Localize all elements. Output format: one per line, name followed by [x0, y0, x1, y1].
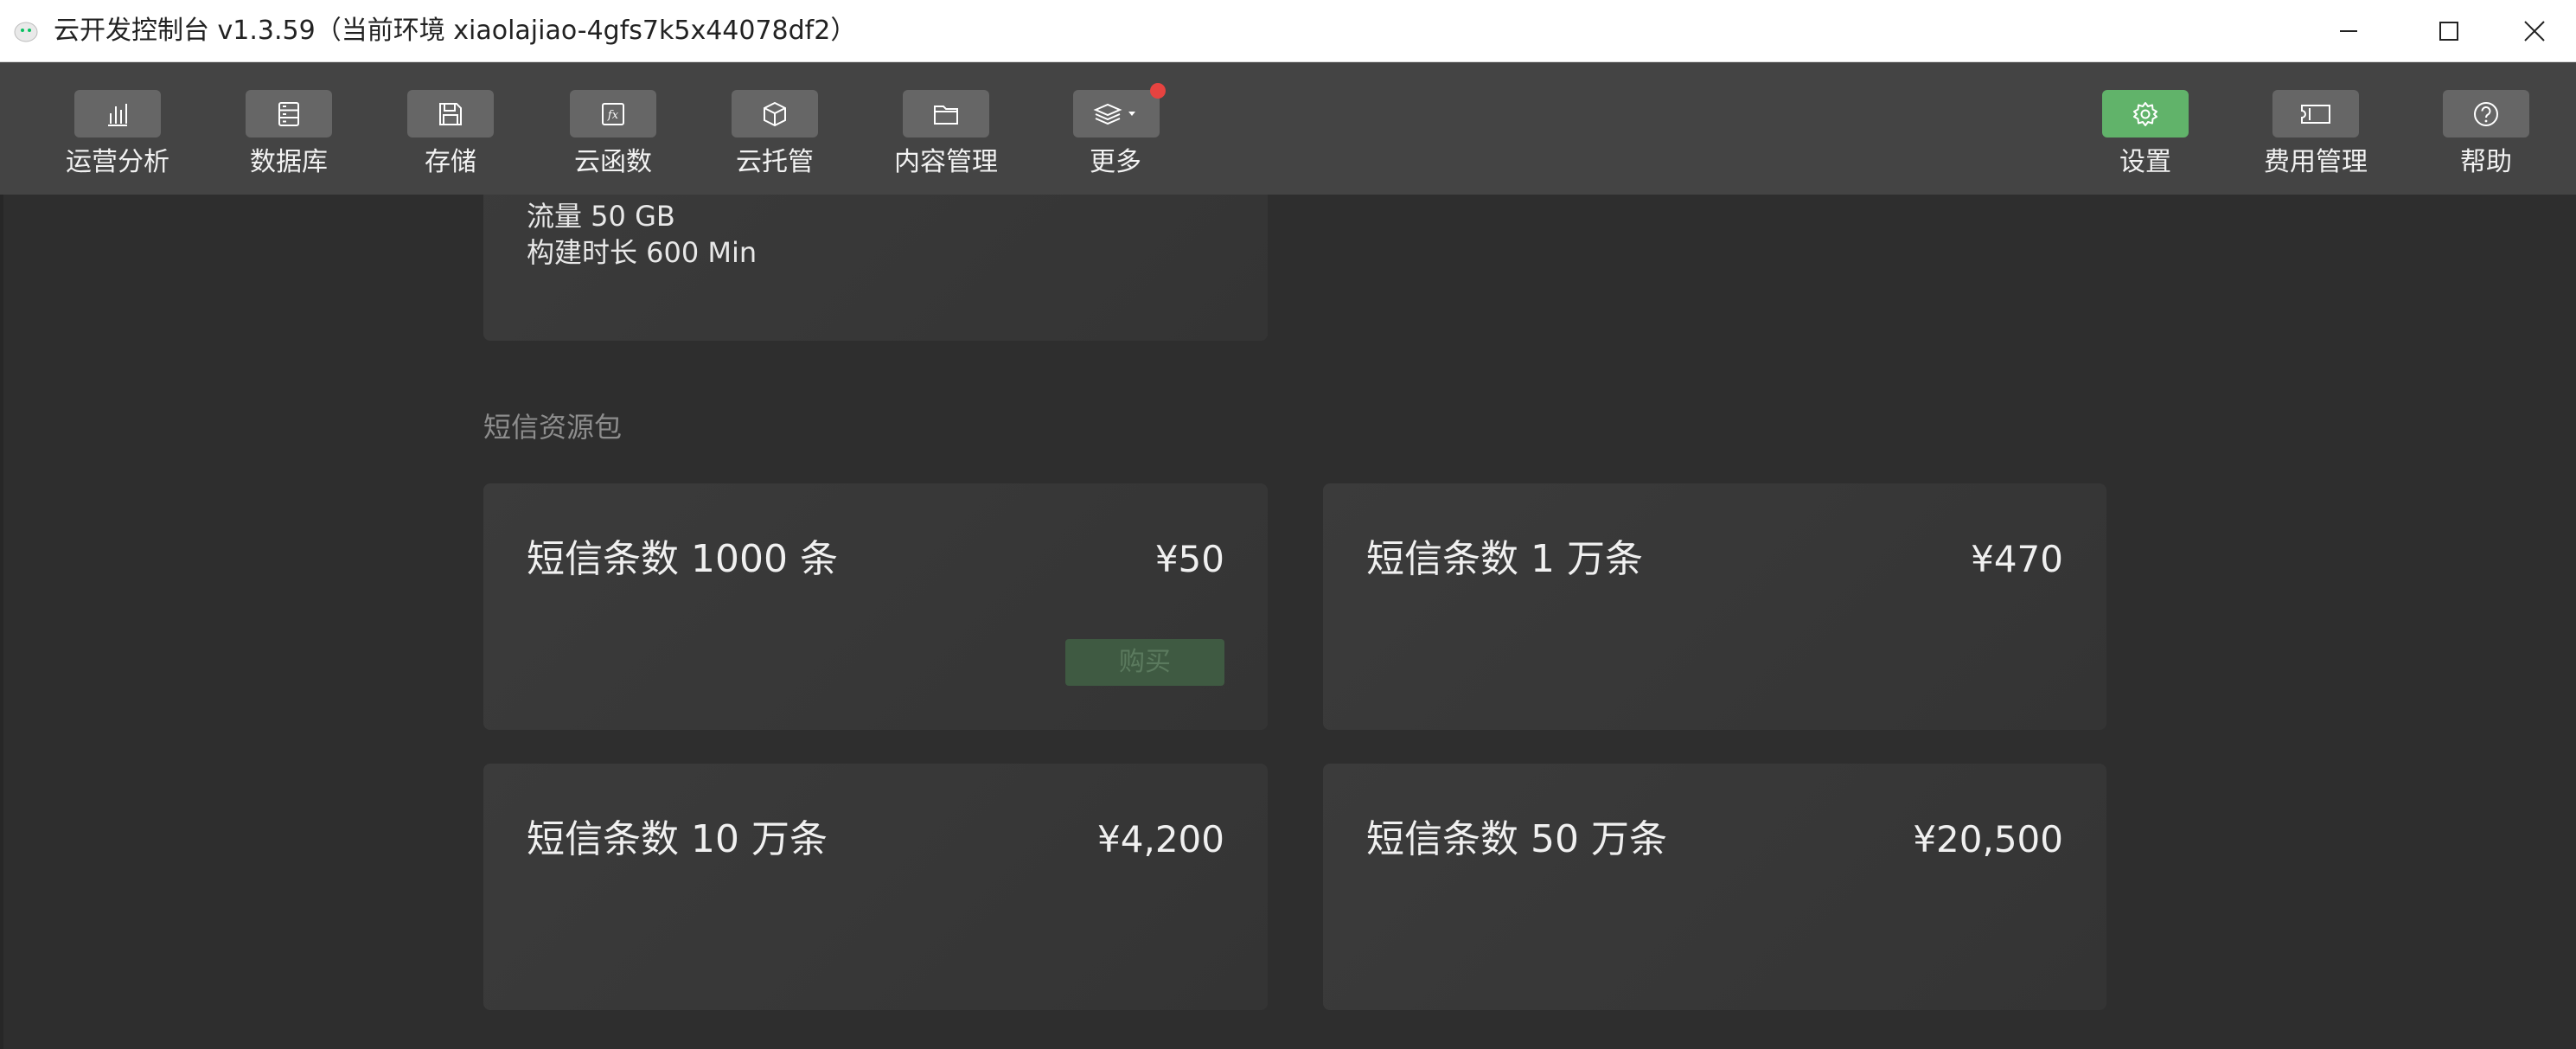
minimize-icon — [2340, 30, 2357, 32]
package-name: 短信条数 10 万条 — [527, 817, 828, 861]
toolbar-label-functions: 云函数 — [574, 147, 652, 177]
toolbar-item-billing[interactable]: 费用管理 — [2229, 62, 2402, 195]
folder-icon — [934, 105, 958, 125]
traffic-line: 流量 50 GB — [527, 200, 675, 233]
package-price: ¥4,200 — [1097, 818, 1224, 860]
sms-package-card[interactable]: 短信条数 50 万条 ¥20,500 — [1323, 764, 2106, 1010]
close-icon — [2523, 21, 2545, 42]
toolbar-label-content-management: 内容管理 — [894, 147, 998, 177]
package-name: 短信条数 1 万条 — [1366, 537, 1643, 581]
package-price: ¥50 — [1154, 538, 1224, 580]
toolbar-item-functions[interactable]: fx 云函数 — [527, 62, 700, 195]
function-icon: fx — [602, 102, 624, 125]
toolbar-item-more[interactable]: 更多 — [1029, 62, 1202, 195]
title-bar: 云开发控制台 v1.3.59（当前环境 xiaolajiao-4gfs7k5x4… — [0, 0, 2576, 62]
toolbar-label-settings: 设置 — [2119, 147, 2171, 177]
database-button[interactable] — [246, 90, 332, 138]
toolbar-item-analytics[interactable]: 运营分析 — [31, 62, 204, 195]
content-management-button[interactable] — [903, 90, 989, 138]
ticket-icon — [2301, 104, 2330, 124]
package-price: ¥20,500 — [1913, 818, 2063, 860]
maximize-icon — [2439, 22, 2458, 41]
buy-button[interactable]: 购买 — [1065, 639, 1224, 686]
floppy-disk-icon — [439, 102, 462, 125]
sms-package-card[interactable]: 短信条数 1 万条 ¥470 — [1323, 483, 2106, 730]
hosting-button[interactable] — [732, 90, 818, 138]
left-edge — [0, 195, 3, 1049]
notification-dot — [1150, 83, 1166, 99]
analytics-button[interactable] — [74, 90, 161, 138]
toolbar-item-help[interactable]: 帮助 — [2400, 62, 2573, 195]
more-button[interactable] — [1073, 90, 1160, 138]
main-content[interactable]: 流量 50 GB 构建时长 600 Min 短信资源包 短信条数 1000 条 … — [0, 195, 2576, 1049]
gear-icon — [2133, 101, 2157, 126]
settings-button[interactable] — [2102, 90, 2189, 138]
toolbar-label-more: 更多 — [1090, 147, 1141, 177]
question-icon — [2474, 101, 2498, 126]
package-name: 短信条数 1000 条 — [527, 537, 838, 581]
package-price: ¥470 — [1971, 538, 2063, 580]
toolbar-label-database: 数据库 — [250, 147, 328, 177]
static-hosting-package-card: 流量 50 GB 构建时长 600 Min — [483, 195, 1268, 341]
database-icon — [278, 101, 299, 126]
build-duration-line: 构建时长 600 Min — [527, 236, 757, 269]
help-button[interactable] — [2443, 90, 2529, 138]
toolbar-item-storage[interactable]: 存储 — [364, 62, 537, 195]
toolbar-label-help: 帮助 — [2460, 147, 2512, 177]
minimize-button[interactable] — [2298, 0, 2399, 62]
storage-button[interactable] — [407, 90, 494, 138]
section-title-sms: 短信资源包 — [483, 411, 623, 444]
toolbar-item-database[interactable]: 数据库 — [202, 62, 375, 195]
functions-button[interactable]: fx — [570, 90, 656, 138]
fx-glyph: fx — [607, 109, 619, 122]
package-name: 短信条数 50 万条 — [1366, 817, 1667, 861]
toolbar-item-hosting[interactable]: 云托管 — [688, 62, 861, 195]
toolbar-label-billing: 费用管理 — [2264, 147, 2368, 177]
window-title: 云开发控制台 v1.3.59（当前环境 xiaolajiao-4gfs7k5x4… — [54, 16, 857, 46]
toolbar-label-storage: 存储 — [425, 147, 476, 177]
toolbar-item-content-management[interactable]: 内容管理 — [860, 62, 1032, 195]
maximize-button[interactable] — [2399, 0, 2499, 62]
billing-button[interactable] — [2272, 90, 2359, 138]
cube-icon — [764, 101, 786, 126]
main-toolbar: 运营分析 数据库 存储 fx 云函数 云托管 内容管理 更多 设置 费用管理 帮… — [0, 62, 2576, 195]
wechat-cloud-logo-icon — [14, 19, 40, 45]
sms-package-card[interactable]: 短信条数 1000 条 ¥50 购买 — [483, 483, 1268, 730]
close-button[interactable] — [2492, 0, 2576, 62]
bar-chart-icon — [108, 103, 127, 126]
toolbar-item-settings[interactable]: 设置 — [2059, 62, 2232, 195]
sms-package-card[interactable]: 短信条数 10 万条 ¥4,200 — [483, 764, 1268, 1010]
layers-icon — [1093, 103, 1135, 125]
toolbar-label-hosting: 云托管 — [736, 147, 814, 177]
toolbar-label-analytics: 运营分析 — [66, 147, 169, 177]
